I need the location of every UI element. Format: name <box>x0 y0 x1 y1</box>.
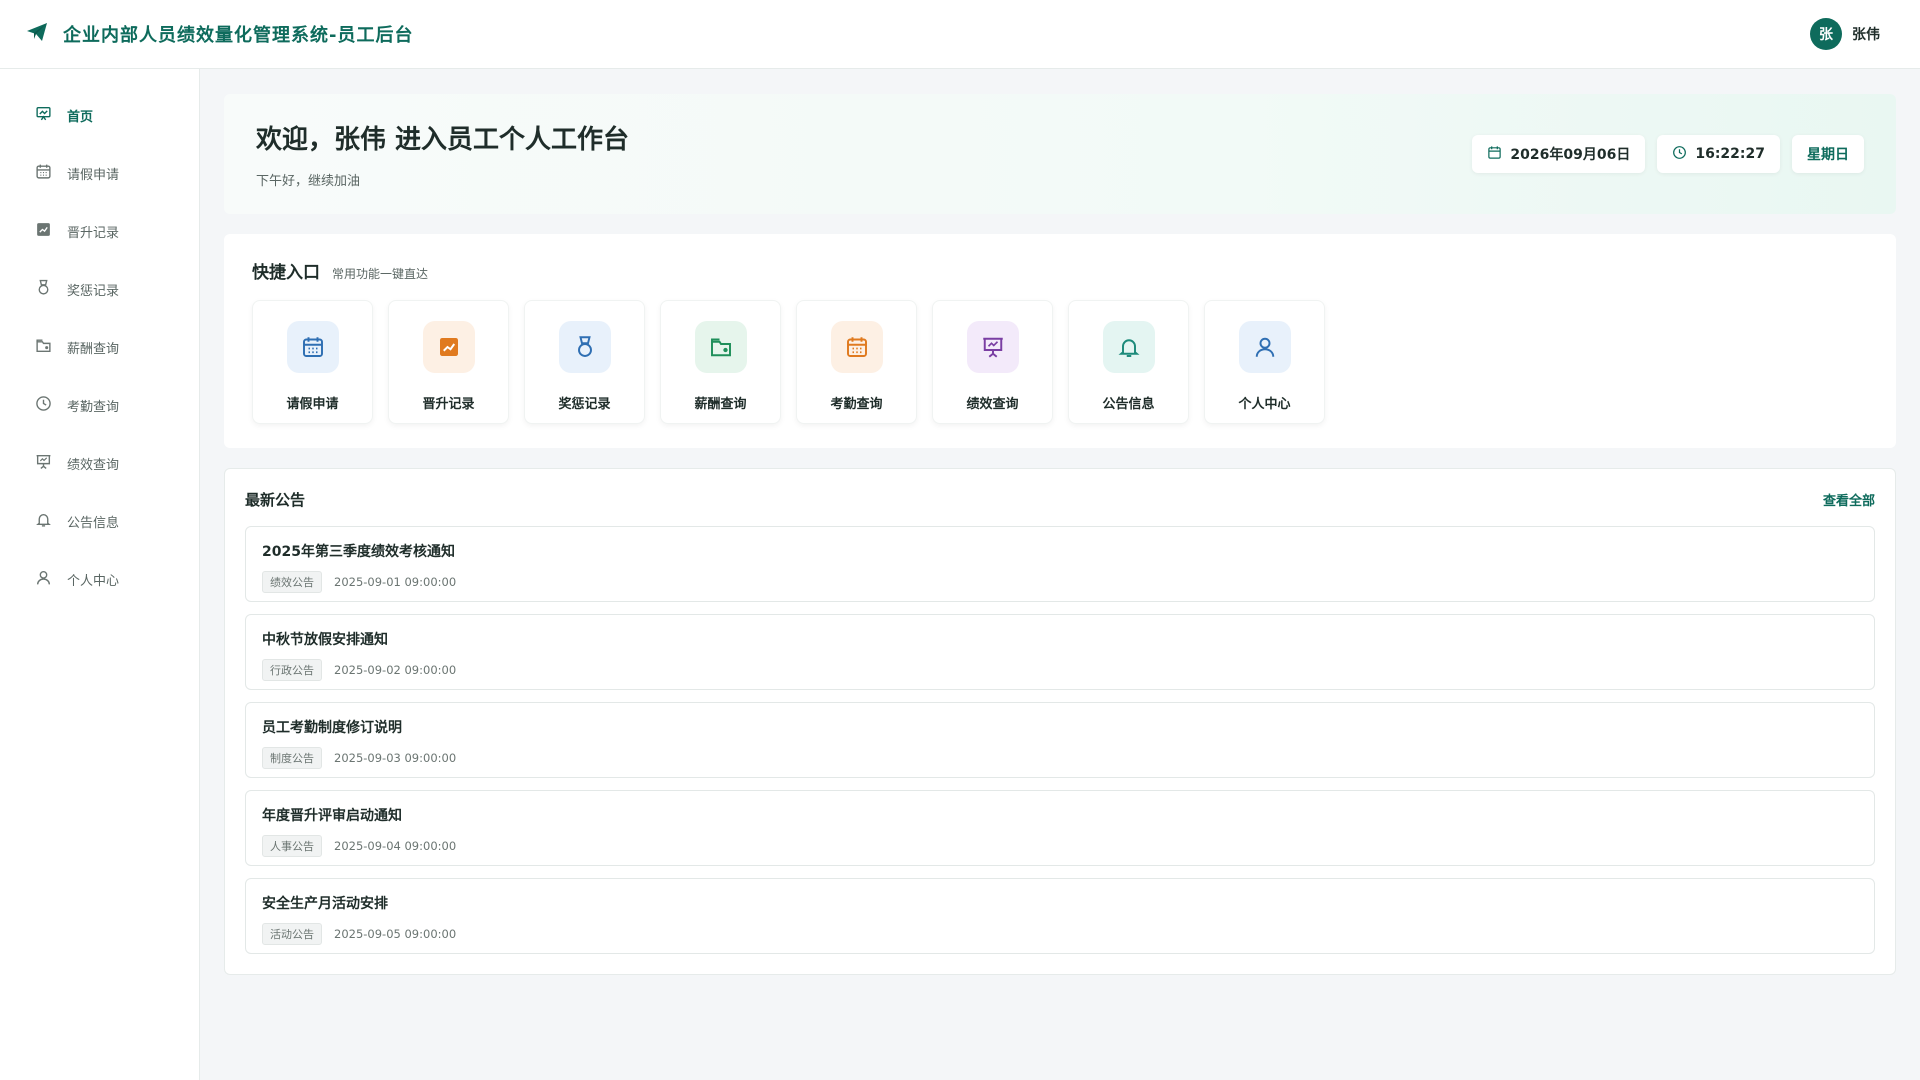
notice-time: 2025-09-03 09:00:00 <box>334 751 457 765</box>
calendar-icon <box>830 321 883 373</box>
quick-tile-label: 晋升记录 <box>422 397 475 412</box>
quick-tile-label: 公告信息 <box>1102 397 1155 412</box>
clock-icon <box>35 395 52 416</box>
presentation-icon <box>35 453 52 474</box>
quick-tile-medal-2[interactable]: 奖惩记录 <box>524 300 645 424</box>
notice-item[interactable]: 安全生产月活动安排 活动公告 2025-09-05 09:00:00 <box>245 878 1875 954</box>
avatar[interactable]: 张 <box>1810 18 1842 50</box>
quick-tile-calendar-4[interactable]: 考勤查询 <box>796 300 917 424</box>
quick-tile-label: 考勤查询 <box>830 397 883 412</box>
sidebar-item-medal-3[interactable]: 奖惩记录 <box>0 260 199 318</box>
clock-icon <box>1672 145 1687 164</box>
sidebar-item-wallet-4[interactable]: 薪酬查询 <box>0 318 199 376</box>
notice-title: 年度晋升评审启动通知 <box>262 808 402 824</box>
sidebar-item-bell-7[interactable]: 公告信息 <box>0 492 199 550</box>
calendar-icon <box>286 321 339 373</box>
trend-chart-icon <box>35 221 52 242</box>
current-weekday: 星期日 <box>1807 147 1849 163</box>
app-title: 企业内部人员绩效量化管理系统-员工后台 <box>63 25 414 46</box>
sidebar-item-trend-chart-2[interactable]: 晋升记录 <box>0 202 199 260</box>
top-header: 企业内部人员绩效量化管理系统-员工后台 张 张伟 <box>0 0 1920 69</box>
user-menu[interactable]: 张 张伟 <box>1810 18 1880 50</box>
welcome-title: 欢迎，张伟 进入员工个人工作台 <box>256 125 630 155</box>
notice-title: 员工考勤制度修订说明 <box>262 720 402 736</box>
main-content: 欢迎，张伟 进入员工个人工作台 下午好，继续加油 2026年09月06日 16:… <box>224 94 1896 975</box>
presentation-icon <box>966 321 1019 373</box>
date-chip: 2026年09月06日 <box>1472 135 1646 173</box>
sidebar-item-label: 奖惩记录 <box>67 283 120 299</box>
notice-time: 2025-09-02 09:00:00 <box>334 663 457 677</box>
notice-title: 中秋节放假安排通知 <box>262 632 388 648</box>
paper-plane-icon <box>25 20 49 48</box>
quick-tile-bell-6[interactable]: 公告信息 <box>1068 300 1189 424</box>
sidebar-item-label: 首页 <box>67 109 94 125</box>
notice-tag: 绩效公告 <box>262 571 322 593</box>
sidebar-item-label: 晋升记录 <box>67 225 120 241</box>
medal-icon <box>558 321 611 373</box>
quick-tile-trend-chart-1[interactable]: 晋升记录 <box>388 300 509 424</box>
notice-panel: 最新公告 查看全部 2025年第三季度绩效考核通知 绩效公告 2025-09-01… <box>224 468 1896 975</box>
notice-time: 2025-09-05 09:00:00 <box>334 927 457 941</box>
quick-tile-presentation-5[interactable]: 绩效查询 <box>932 300 1053 424</box>
notice-panel-title: 最新公告 <box>245 490 306 509</box>
notice-item[interactable]: 员工考勤制度修订说明 制度公告 2025-09-03 09:00:00 <box>245 702 1875 778</box>
current-time: 16:22:27 <box>1695 146 1765 162</box>
notice-item[interactable]: 2025年第三季度绩效考核通知 绩效公告 2025-09-01 09:00:00 <box>245 526 1875 602</box>
sidebar-item-label: 考勤查询 <box>67 399 120 415</box>
notice-tag: 人事公告 <box>262 835 322 857</box>
sidebar-item-chart-board-0[interactable]: 首页 <box>0 86 199 144</box>
user-icon <box>1238 321 1291 373</box>
quick-entry-panel: 快捷入口 常用功能一键直达 请假申请 晋升记录 奖惩记录 薪酬查询 考勤查询 绩效查询 公告… <box>224 234 1896 448</box>
quick-tile-label: 奖惩记录 <box>558 397 611 412</box>
sidebar-item-label: 薪酬查询 <box>67 341 120 357</box>
bell-icon <box>1102 321 1155 373</box>
trend-chart-icon <box>422 321 475 373</box>
notice-title: 2025年第三季度绩效考核通知 <box>262 544 455 560</box>
sidebar-item-label: 公告信息 <box>67 515 120 531</box>
quick-tile-label: 个人中心 <box>1238 397 1291 412</box>
user-name[interactable]: 张伟 <box>1852 24 1880 44</box>
notice-title: 安全生产月活动安排 <box>262 896 388 912</box>
quick-tile-label: 请假申请 <box>286 397 339 412</box>
sidebar-item-calendar-1[interactable]: 请假申请 <box>0 144 199 202</box>
quick-tile-label: 绩效查询 <box>966 397 1019 412</box>
view-all-link[interactable]: 查看全部 <box>1823 490 1875 509</box>
brand[interactable]: 企业内部人员绩效量化管理系统-员工后台 <box>25 20 413 48</box>
quick-entry-subtitle: 常用功能一键直达 <box>332 267 429 281</box>
sidebar-item-label: 请假申请 <box>67 167 120 183</box>
notice-tag: 行政公告 <box>262 659 322 681</box>
weekday-chip: 星期日 <box>1792 135 1864 173</box>
wallet-icon <box>35 337 52 358</box>
current-date: 2026年09月06日 <box>1510 147 1631 163</box>
quick-tile-label: 薪酬查询 <box>694 397 747 412</box>
chart-board-icon <box>35 105 52 126</box>
quick-tile-calendar-0[interactable]: 请假申请 <box>252 300 373 424</box>
quick-entry-title: 快捷入口 <box>252 263 320 283</box>
wallet-icon <box>694 321 747 373</box>
calendar-icon <box>35 163 52 184</box>
notice-item[interactable]: 年度晋升评审启动通知 人事公告 2025-09-04 09:00:00 <box>245 790 1875 866</box>
welcome-subtitle: 下午好，继续加油 <box>256 174 361 189</box>
sidebar-item-label: 绩效查询 <box>67 457 120 473</box>
quick-tile-user-7[interactable]: 个人中心 <box>1204 300 1325 424</box>
sidebar-item-clock-5[interactable]: 考勤查询 <box>0 376 199 434</box>
medal-icon <box>35 279 52 300</box>
bell-icon <box>35 511 52 532</box>
calendar-icon <box>1487 145 1502 164</box>
notice-tag: 制度公告 <box>262 747 322 769</box>
user-icon <box>35 569 52 590</box>
sidebar: 首页请假申请晋升记录奖惩记录薪酬查询考勤查询绩效查询公告信息个人中心 <box>0 69 200 1080</box>
sidebar-item-presentation-6[interactable]: 绩效查询 <box>0 434 199 492</box>
sidebar-item-user-8[interactable]: 个人中心 <box>0 550 199 608</box>
quick-tile-wallet-3[interactable]: 薪酬查询 <box>660 300 781 424</box>
notice-tag: 活动公告 <box>262 923 322 945</box>
time-chip: 16:22:27 <box>1657 135 1780 173</box>
notice-time: 2025-09-01 09:00:00 <box>334 575 457 589</box>
notice-time: 2025-09-04 09:00:00 <box>334 839 457 853</box>
welcome-banner: 欢迎，张伟 进入员工个人工作台 下午好，继续加油 2026年09月06日 16:… <box>224 94 1896 214</box>
sidebar-item-label: 个人中心 <box>67 573 120 589</box>
notice-item[interactable]: 中秋节放假安排通知 行政公告 2025-09-02 09:00:00 <box>245 614 1875 690</box>
